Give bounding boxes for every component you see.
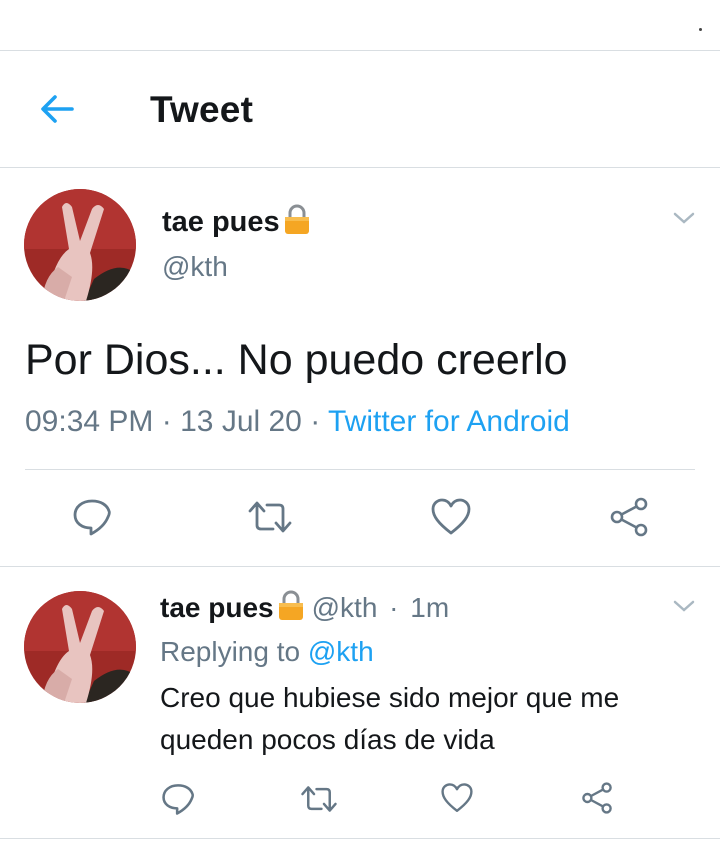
display-name[interactable]: tae pues bbox=[162, 204, 310, 242]
retweet-icon[interactable] bbox=[247, 499, 293, 535]
status-bar bbox=[0, 0, 720, 51]
tweet-meta: 09:34 PM · 13 Jul 20 · Twitter for Andro… bbox=[25, 405, 570, 439]
replying-to: Replying to @kth bbox=[160, 636, 374, 668]
replying-to-handle[interactable]: @kth bbox=[308, 636, 374, 667]
share-icon[interactable] bbox=[580, 782, 614, 814]
meta-separator: · bbox=[389, 592, 399, 623]
meta-separator: · bbox=[310, 405, 321, 438]
header: Tweet bbox=[0, 51, 720, 168]
lock-icon bbox=[284, 204, 310, 242]
tweet-text: Por Dios... No puedo creerlo bbox=[25, 336, 568, 384]
tweet-date: 13 Jul 20 bbox=[180, 405, 302, 438]
replying-label: Replying to bbox=[160, 636, 301, 667]
page-title: Tweet bbox=[150, 89, 254, 130]
bottom-divider bbox=[0, 838, 720, 839]
section-divider bbox=[0, 566, 720, 567]
avatar[interactable] bbox=[24, 591, 136, 703]
retweet-icon[interactable] bbox=[300, 784, 338, 814]
lock-icon bbox=[278, 590, 304, 627]
reply-icon[interactable] bbox=[161, 782, 195, 816]
meta-separator: · bbox=[161, 405, 172, 438]
display-name[interactable]: tae pues bbox=[160, 592, 274, 623]
username-handle[interactable]: @kth bbox=[312, 592, 378, 623]
back-arrow-icon[interactable] bbox=[38, 89, 78, 129]
reply-icon[interactable] bbox=[72, 497, 112, 537]
tweet-age: 1m bbox=[410, 592, 450, 623]
reply-header: tae pues @kth · 1m bbox=[160, 590, 449, 627]
username-handle[interactable]: @kth bbox=[162, 251, 228, 283]
chevron-down-icon[interactable] bbox=[672, 210, 696, 231]
like-icon[interactable] bbox=[430, 497, 472, 537]
avatar[interactable] bbox=[24, 189, 136, 301]
share-icon[interactable] bbox=[608, 497, 650, 537]
status-dot bbox=[699, 28, 702, 31]
tweet-source-link[interactable]: Twitter for Android bbox=[328, 405, 570, 438]
like-icon[interactable] bbox=[440, 782, 474, 814]
tweet-time: 09:34 PM bbox=[25, 405, 154, 438]
divider bbox=[25, 469, 695, 470]
tweet-text: Creo que hubiese sido mejor que me quede… bbox=[160, 682, 620, 755]
chevron-down-icon[interactable] bbox=[672, 598, 696, 619]
